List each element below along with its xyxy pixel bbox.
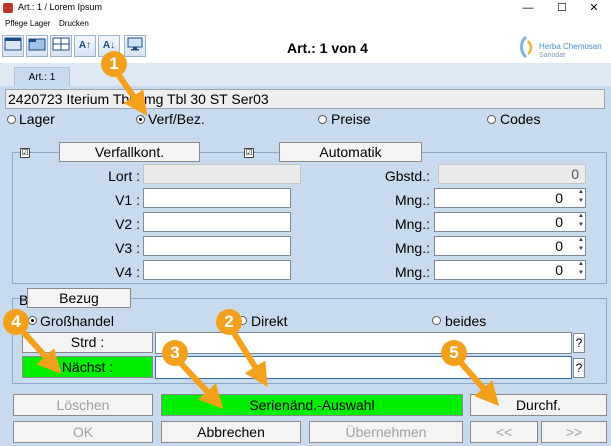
callout-badge-3: 3 bbox=[162, 340, 188, 366]
callout-badge-5: 5 bbox=[441, 340, 467, 366]
callout-arrows bbox=[13, 68, 500, 409]
callout-badge-4: 4 bbox=[3, 309, 29, 335]
callout-badge-1: 1 bbox=[101, 51, 127, 77]
callout-badge-2: 2 bbox=[216, 309, 242, 335]
